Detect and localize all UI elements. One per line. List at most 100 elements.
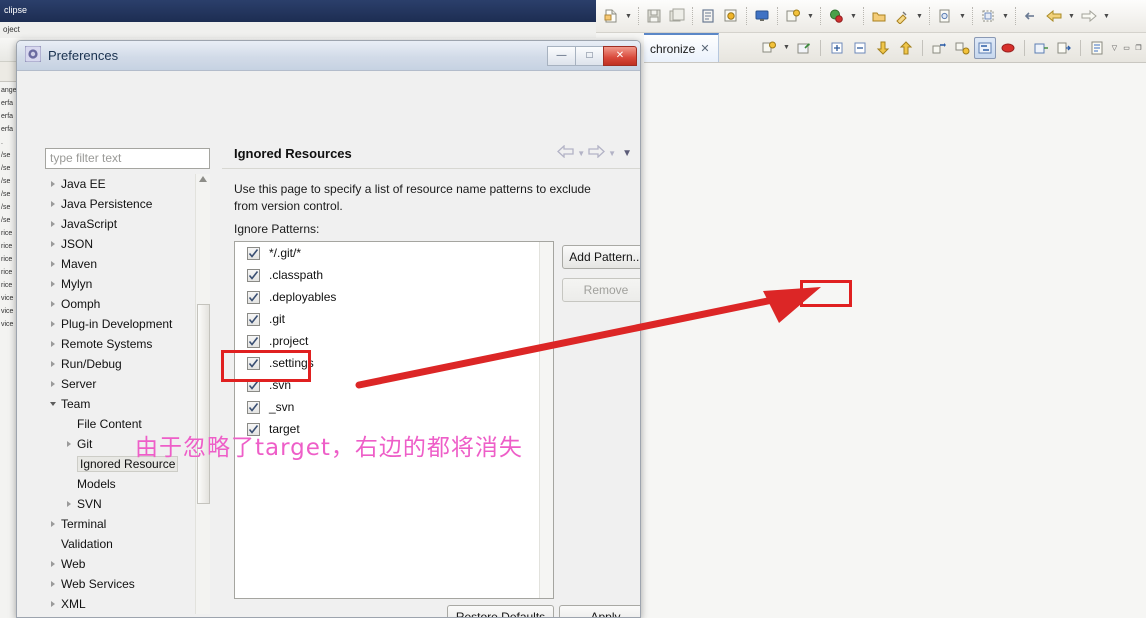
chevron-right-icon[interactable] (51, 281, 55, 287)
chevron-right-icon[interactable] (51, 601, 55, 607)
checkbox-checked-icon[interactable] (247, 312, 260, 326)
tree-twisty[interactable] (45, 341, 61, 347)
chevron-right-icon[interactable] (51, 181, 55, 187)
synchronize-icon[interactable] (758, 37, 780, 59)
chevron-right-icon[interactable] (51, 241, 55, 247)
sidebar-item-web-services[interactable]: Web Services (45, 574, 210, 594)
next-change-icon[interactable] (872, 37, 894, 59)
new-java-package-icon[interactable] (977, 5, 999, 27)
chevron-right-icon[interactable] (51, 321, 55, 327)
tree-twisty[interactable] (45, 381, 61, 387)
add-pattern-button[interactable]: Add Pattern... (562, 245, 640, 269)
close-icon[interactable]: ✕ (700, 42, 709, 55)
ignore-pattern-row[interactable]: _svn (235, 396, 553, 418)
chevron-down-icon[interactable] (50, 402, 56, 406)
both-mode-icon[interactable] (974, 36, 996, 59)
collapse-all-icon[interactable] (849, 37, 871, 59)
open-type-icon[interactable] (868, 5, 890, 27)
run-dropdown-icon[interactable]: ▼ (848, 5, 859, 27)
checkbox-checked-icon[interactable] (247, 246, 260, 260)
preferences-tree-vscrollbar[interactable] (195, 174, 210, 614)
close-button[interactable]: ✕ (603, 45, 637, 66)
outgoing-mode-icon[interactable] (928, 37, 950, 59)
dialog-title-bar[interactable]: Preferences — □ ✕ (17, 41, 640, 71)
sidebar-item-server[interactable]: Server (45, 374, 210, 394)
new-icon[interactable] (600, 5, 622, 27)
new-java-class-icon[interactable] (934, 5, 956, 27)
filter-input[interactable]: type filter text (45, 148, 210, 169)
pin-icon[interactable] (793, 37, 815, 59)
ignore-pattern-row[interactable]: .git (235, 308, 553, 330)
back-icon[interactable] (1043, 5, 1065, 27)
forward-icon[interactable] (588, 144, 606, 161)
chevron-right-icon[interactable] (51, 581, 55, 587)
conflicts-mode-icon[interactable] (997, 37, 1019, 59)
tree-twisty[interactable] (45, 521, 61, 527)
maximize-button[interactable]: □ (575, 45, 604, 66)
ignore-patterns-list[interactable]: */.git/* .classpath .deployables .git .proje… (234, 241, 554, 599)
vscroll-up-arrow[interactable] (199, 176, 207, 182)
tab-synchronize[interactable]: chronize ✕ (644, 33, 719, 62)
tree-twisty[interactable] (61, 501, 77, 507)
sidebar-item-java-persistence[interactable]: Java Persistence (45, 194, 210, 214)
sidebar-item-svn[interactable]: SVN (45, 494, 210, 514)
save-icon[interactable] (643, 5, 665, 27)
ignore-pattern-row[interactable]: .deployables (235, 286, 553, 308)
maximize-icon[interactable]: ❐ (1133, 37, 1144, 59)
sidebar-item-java-ee[interactable]: Java EE (45, 174, 210, 194)
new-java-package-dropdown-icon[interactable]: ▼ (1000, 5, 1011, 27)
last-edit-icon[interactable] (1020, 5, 1042, 27)
back-dropdown-icon[interactable]: ▼ (1066, 5, 1077, 27)
sidebar-item-json[interactable]: JSON (45, 234, 210, 254)
sidebar-item-oomph[interactable]: Oomph (45, 294, 210, 314)
chevron-right-icon[interactable] (51, 301, 55, 307)
apply-button[interactable]: Apply (559, 605, 640, 617)
checkbox-checked-icon[interactable] (247, 334, 260, 348)
sidebar-item-validation[interactable]: Validation (45, 534, 210, 554)
search-dropdown-icon[interactable]: ▼ (914, 5, 925, 27)
previous-change-icon[interactable] (895, 37, 917, 59)
schedule-icon[interactable] (1030, 37, 1052, 59)
page-menu-icon[interactable]: ▼ (622, 148, 632, 159)
tree-twisty[interactable] (45, 281, 61, 287)
sidebar-item-javascript[interactable]: JavaScript (45, 214, 210, 234)
chevron-right-icon[interactable] (51, 221, 55, 227)
chevron-right-icon[interactable] (51, 521, 55, 527)
sidebar-item-remote-systems[interactable]: Remote Systems (45, 334, 210, 354)
run-external-icon[interactable] (782, 5, 804, 27)
preferences-tree[interactable]: Java EE Java Persistence JavaScript JSON Mav… (45, 174, 210, 614)
vscroll-thumb[interactable] (197, 304, 210, 504)
chevron-right-icon[interactable] (67, 501, 71, 507)
view-menu-icon[interactable]: ▽ (1109, 37, 1120, 59)
chevron-right-icon[interactable] (51, 561, 55, 567)
tree-twisty[interactable] (45, 321, 61, 327)
save-all-icon[interactable] (666, 5, 688, 27)
ignore-pattern-row[interactable]: .classpath (235, 264, 553, 286)
tree-twisty[interactable] (45, 561, 61, 567)
sidebar-item-run-debug[interactable]: Run/Debug (45, 354, 210, 374)
tree-twisty[interactable] (45, 601, 61, 607)
chevron-right-icon[interactable] (67, 441, 71, 447)
chevron-right-icon[interactable] (51, 261, 55, 267)
chevron-right-icon[interactable] (51, 341, 55, 347)
print-icon[interactable] (697, 5, 719, 27)
tree-twisty[interactable] (45, 201, 61, 207)
sidebar-item-models[interactable]: Models (45, 474, 210, 494)
chevron-right-icon[interactable] (51, 201, 55, 207)
forward-dropdown-icon[interactable]: ▼ (608, 149, 616, 158)
expand-all-icon[interactable] (826, 37, 848, 59)
sidebar-item-plug-in-development[interactable]: Plug-in Development (45, 314, 210, 334)
patterns-vscrollbar[interactable] (539, 242, 553, 598)
ignore-pattern-row[interactable]: .project (235, 330, 553, 352)
tree-twisty[interactable] (45, 261, 61, 267)
tree-twisty[interactable] (45, 241, 61, 247)
debug-icon[interactable] (720, 5, 742, 27)
search-icon[interactable] (891, 5, 913, 27)
checkbox-checked-icon[interactable] (247, 268, 260, 282)
console-icon[interactable] (751, 5, 773, 27)
forward-dropdown-icon[interactable]: ▼ (1101, 5, 1112, 27)
sidebar-item-xml[interactable]: XML (45, 594, 210, 614)
tree-twisty[interactable] (45, 221, 61, 227)
minimize-icon[interactable]: ▭ (1121, 37, 1132, 59)
new-dropdown-icon[interactable]: ▼ (623, 5, 634, 27)
